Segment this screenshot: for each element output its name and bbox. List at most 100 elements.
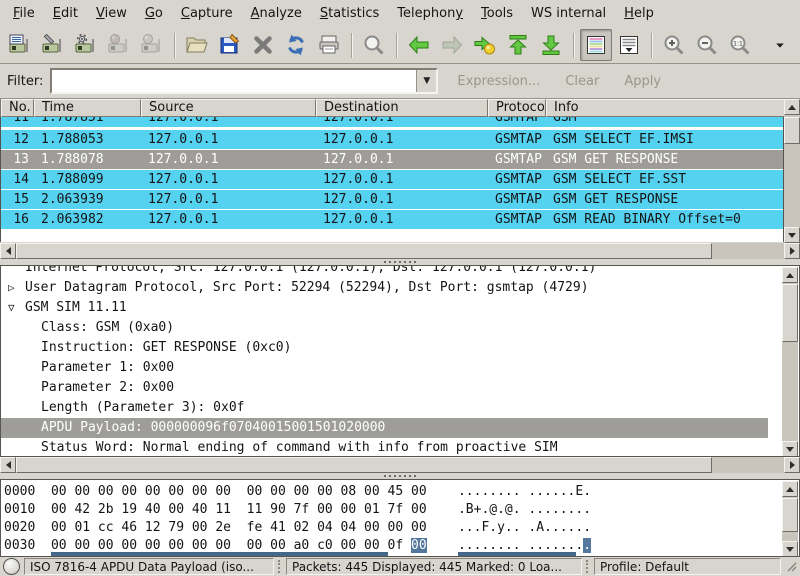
expert-info-icon[interactable]: [3, 558, 20, 575]
apply-button[interactable]: Apply: [618, 70, 667, 93]
clear-button[interactable]: Clear: [559, 70, 605, 93]
left-arrow-icon: [6, 247, 11, 255]
menu-go[interactable]: Go: [136, 1, 172, 26]
go-back-button[interactable]: [403, 29, 435, 61]
hex-row[interactable]: 0010 00 42 2b 19 40 00 40 11 11 90 7f 00…: [1, 501, 799, 519]
scroll-left-button[interactable]: [0, 457, 16, 473]
capture-stop-button[interactable]: [103, 29, 135, 61]
detail-line[interactable]: ▽GSM SIM 11.11: [1, 298, 768, 318]
column-header-destination[interactable]: Destination: [316, 99, 488, 117]
menu-capture[interactable]: Capture: [172, 1, 242, 26]
statusbar-grip[interactable]: [586, 560, 590, 573]
detail-line[interactable]: APDU Payload: 000000096f0704001500150102…: [1, 418, 768, 438]
detail-line[interactable]: Status Word: Normal ending of command wi…: [1, 438, 768, 457]
go-top-button[interactable]: [502, 29, 534, 61]
grip-dot: [414, 475, 416, 477]
packet-list-hscrollbar[interactable]: [0, 243, 800, 259]
scroll-down-button[interactable]: [784, 227, 800, 243]
cell-destination: 127.0.0.1: [316, 170, 488, 189]
cell-no: 16: [1, 210, 34, 229]
save-file-button[interactable]: [214, 29, 246, 61]
packet-row[interactable]: 141.788099127.0.0.1127.0.0.1GSMTAPGSM SE…: [1, 170, 783, 190]
detail-line[interactable]: Parameter 1: 0x00: [1, 358, 768, 378]
detail-line[interactable]: Instruction: GET RESPONSE (0xc0): [1, 338, 768, 358]
details-vscrollbar[interactable]: [782, 267, 798, 457]
menu-tools[interactable]: Tools: [472, 1, 522, 26]
hex-row[interactable]: 0020 00 01 cc 46 12 79 00 2e fe 41 02 04…: [1, 519, 799, 537]
cell-destination: 127.0.0.1: [316, 130, 488, 149]
reload-button[interactable]: [280, 29, 312, 61]
dropdown-caret-button[interactable]: [770, 29, 790, 61]
expander-expanded-icon[interactable]: ▽: [8, 298, 22, 318]
scroll-up-button[interactable]: [782, 481, 798, 497]
scroll-right-button[interactable]: [784, 243, 800, 259]
hex-vscrollbar[interactable]: [782, 481, 798, 557]
print-button[interactable]: [313, 29, 345, 61]
menu-analyze[interactable]: Analyze: [242, 1, 311, 26]
packet-row[interactable]: 152.063939127.0.0.1127.0.0.1GSMTAPGSM GE…: [1, 190, 783, 210]
close-file-button[interactable]: [247, 29, 279, 61]
scroll-thumb[interactable]: [784, 117, 800, 144]
scroll-thumb[interactable]: [16, 243, 712, 259]
interface-list-button[interactable]: [4, 29, 36, 61]
hex-bytes: 11 90 7f 00 00 01 7f 00: [247, 502, 427, 517]
packet-row[interactable]: 111.787851127.0.0.1127.0.0.1GSMTAPGSM: [1, 117, 783, 128]
detail-line[interactable]: ▷User Datagram Protocol, Src Port: 52294…: [1, 278, 768, 298]
menu-telephony[interactable]: Telephony: [388, 1, 472, 26]
go-forward-button[interactable]: [436, 29, 468, 61]
scroll-left-button[interactable]: [0, 243, 16, 259]
auto-scroll-button[interactable]: [613, 29, 645, 61]
column-header-time[interactable]: Time: [34, 99, 141, 117]
filter-input[interactable]: [52, 70, 416, 92]
open-file-button[interactable]: [181, 29, 213, 61]
expression-button[interactable]: Expression...: [451, 70, 546, 93]
detail-line[interactable]: Internet Protocol, Src: 127.0.0.1 (127.0…: [1, 266, 768, 278]
window-resize-grip[interactable]: [785, 560, 797, 574]
ascii-bytes: ...F.y..: [427, 520, 529, 535]
packet-row[interactable]: 121.788053127.0.0.1127.0.0.1GSMTAPGSM SE…: [1, 130, 783, 150]
scroll-down-button[interactable]: [782, 441, 798, 457]
scroll-up-button[interactable]: [784, 99, 800, 115]
scroll-thumb[interactable]: [16, 457, 712, 473]
column-header-source[interactable]: Source: [141, 99, 316, 117]
detail-line[interactable]: Length (Parameter 3): 0x0f: [1, 398, 768, 418]
go-to-packet-button[interactable]: [469, 29, 501, 61]
up-arrow-icon: [786, 487, 794, 492]
capture-start-button[interactable]: [70, 29, 102, 61]
scroll-down-button[interactable]: [782, 541, 798, 557]
zoom-100-button[interactable]: 1:1: [724, 29, 756, 61]
menu-help[interactable]: Help: [615, 1, 663, 26]
column-header-no[interactable]: No.: [1, 99, 34, 117]
capture-restart-button[interactable]: [136, 29, 168, 61]
scroll-thumb[interactable]: [782, 498, 798, 532]
filter-dropdown-button[interactable]: ▼: [416, 70, 436, 92]
menu-ws-internal[interactable]: WS internal: [522, 1, 615, 26]
details-hscrollbar[interactable]: [0, 457, 800, 473]
menu-statistics[interactable]: Statistics: [311, 1, 388, 26]
profile-status[interactable]: Profile: Default: [594, 558, 781, 575]
packet-row[interactable]: 162.063982127.0.0.1127.0.0.1GSMTAPGSM RE…: [1, 210, 783, 230]
capture-options-button[interactable]: [37, 29, 69, 61]
colorize-button[interactable]: [580, 29, 612, 61]
column-header-info[interactable]: Info: [546, 99, 785, 117]
packet-row[interactable]: 131.788078127.0.0.1127.0.0.1GSMTAPGSM GE…: [1, 150, 783, 170]
zoom-in-button[interactable]: [658, 29, 690, 61]
statusbar-grip[interactable]: [278, 560, 282, 573]
packet-list-vscrollbar[interactable]: [784, 99, 800, 243]
find-button[interactable]: [358, 29, 390, 61]
hex-row[interactable]: 0000 00 00 00 00 00 00 00 00 00 00 00 00…: [1, 483, 799, 501]
zoom-out-button[interactable]: [691, 29, 723, 61]
go-bottom-button[interactable]: [535, 29, 567, 61]
grip-dot: [399, 475, 401, 477]
menu-file[interactable]: File: [4, 1, 44, 26]
menu-edit[interactable]: Edit: [44, 1, 87, 26]
scroll-thumb[interactable]: [782, 284, 798, 342]
menu-view[interactable]: View: [87, 1, 136, 26]
column-header-protocol[interactable]: Protocol: [488, 99, 546, 117]
expander-collapsed-icon[interactable]: ▷: [8, 278, 22, 298]
detail-line[interactable]: Parameter 2: 0x00: [1, 378, 768, 398]
detail-line[interactable]: Class: GSM (0xa0): [1, 318, 768, 338]
ascii-bytes: .B+.@.@.: [427, 502, 529, 517]
scroll-up-button[interactable]: [782, 267, 798, 283]
scroll-right-button[interactable]: [784, 457, 800, 473]
